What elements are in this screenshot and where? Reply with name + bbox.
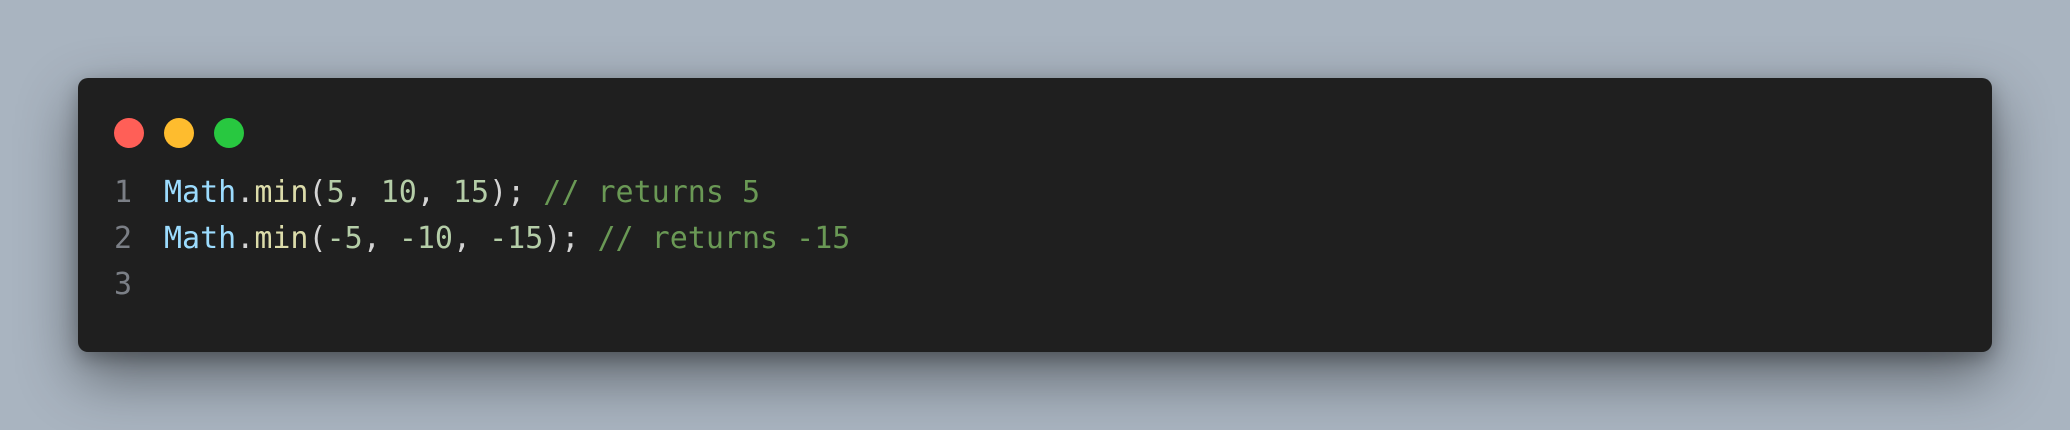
code-comment: // returns 5 (525, 175, 761, 210)
minimize-button[interactable] (164, 118, 194, 148)
code-arg: -5 (326, 221, 363, 256)
code-window: 1 Math.min(5, 10, 15); // returns 5 2 Ma… (78, 78, 1992, 352)
code-block: 1 Math.min(5, 10, 15); // returns 5 2 Ma… (78, 170, 1992, 308)
code-sep: , (453, 221, 490, 256)
line-number: 1 (113, 175, 132, 210)
code-text: Math.min(-5, -10, -15); // returns -15 (164, 216, 850, 262)
code-line-2: 2 Math.min(-5, -10, -15); // returns -15 (78, 216, 1992, 262)
line-number: 2 (113, 221, 132, 256)
code-arg: 10 (380, 175, 417, 210)
code-arg: -10 (398, 221, 453, 256)
code-dot: . (236, 175, 255, 210)
code-sep: , (344, 175, 381, 210)
code-method: min (254, 221, 309, 256)
code-line-3: 3 (78, 262, 1992, 308)
code-open-paren: ( (308, 221, 327, 256)
close-button[interactable] (114, 118, 144, 148)
code-sep: , (362, 221, 399, 256)
code-dot: . (236, 221, 255, 256)
line-number: 3 (113, 267, 132, 302)
code-object: Math (164, 175, 237, 210)
code-open-paren: ( (308, 175, 327, 210)
code-close: ); (489, 175, 526, 210)
maximize-button[interactable] (214, 118, 244, 148)
code-close: ); (543, 221, 580, 256)
code-text: Math.min(5, 10, 15); // returns 5 (164, 170, 760, 216)
code-comment: // returns -15 (579, 221, 851, 256)
code-arg: 5 (326, 175, 345, 210)
code-sep: , (416, 175, 453, 210)
code-line-1: 1 Math.min(5, 10, 15); // returns 5 (78, 170, 1992, 216)
code-arg: 15 (453, 175, 490, 210)
code-arg: -15 (489, 221, 544, 256)
code-method: min (254, 175, 309, 210)
code-object: Math (164, 221, 237, 256)
window-controls (114, 118, 244, 148)
